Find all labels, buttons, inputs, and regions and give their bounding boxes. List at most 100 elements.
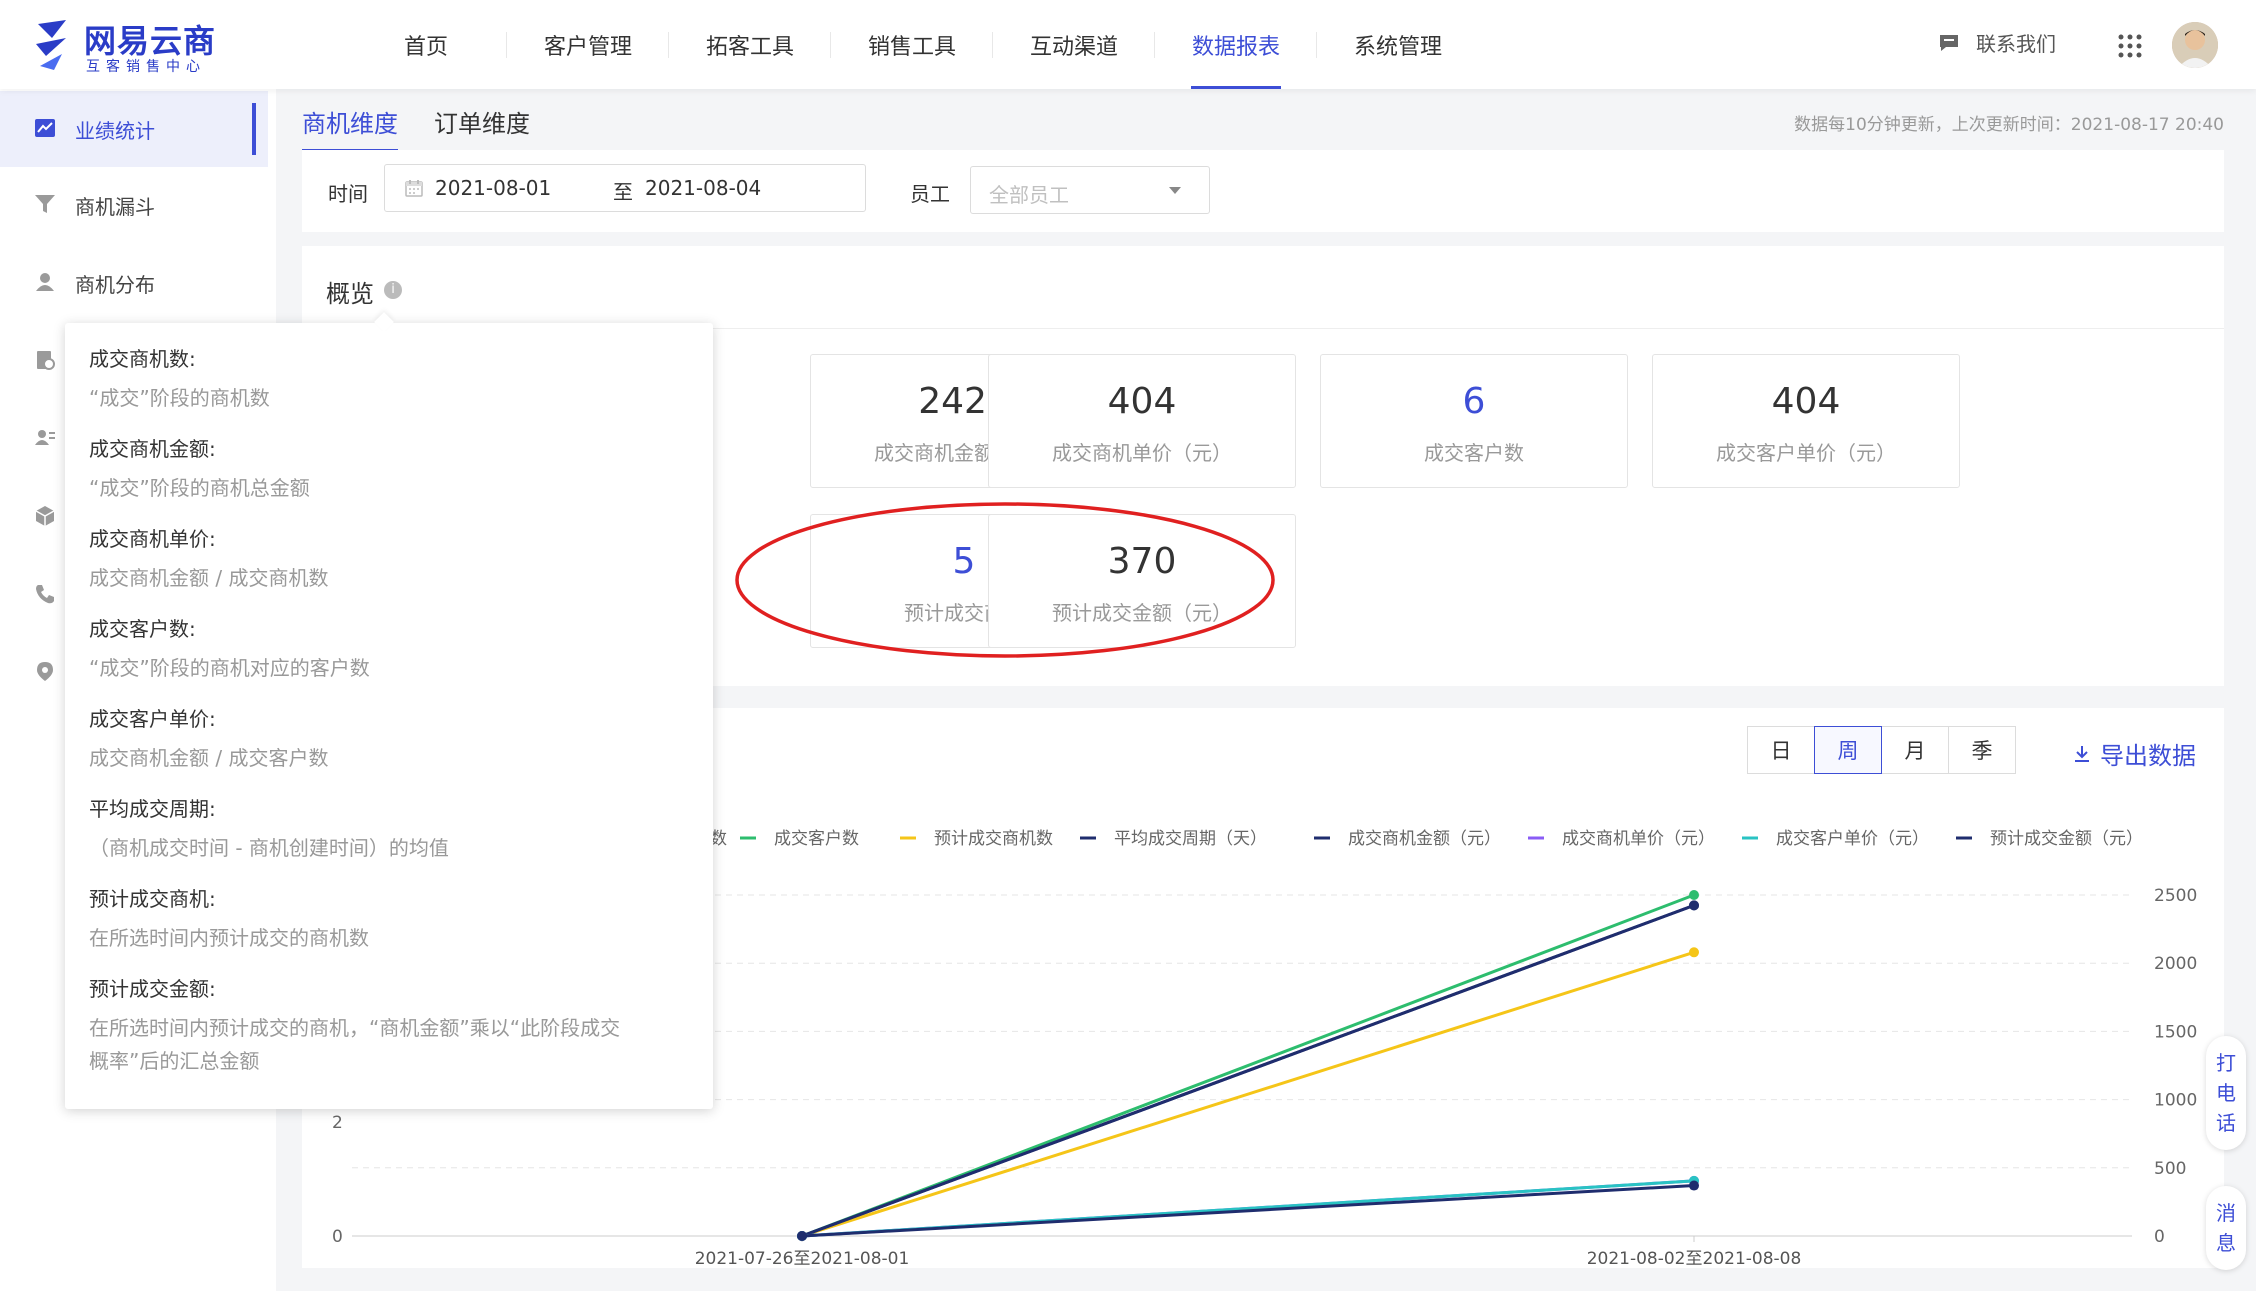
filter-panel: 时间 2021-08-01 至 2021-08-04 员工 全部员工 (302, 150, 2224, 232)
tab-order[interactable]: 订单维度 (434, 104, 530, 152)
definition-desc: 在所选时间内预计成交的商机数 (89, 926, 369, 950)
contact-us-link[interactable]: 联系我们 (1938, 28, 2056, 57)
data-point (1689, 1180, 1699, 1191)
date-range-picker[interactable]: 2021-08-01 至 2021-08-04 (384, 164, 866, 212)
sidebar-item-label: 业绩统计 (75, 119, 155, 143)
data-point (1689, 900, 1699, 911)
legend-label: 预计成交金额（元） (1990, 829, 2143, 849)
nav-channels[interactable]: 互动渠道 (993, 0, 1155, 89)
nav-reports[interactable]: 数据报表 (1155, 0, 1317, 89)
sidebar-item-funnel[interactable]: 商机漏斗 (0, 167, 268, 243)
avatar-image (2172, 22, 2218, 68)
sidebar-item-distribution[interactable]: 商机分布 (0, 245, 268, 321)
definition-term: 成交商机数: (89, 347, 196, 371)
nav-customers[interactable]: 客户管理 (507, 0, 669, 89)
nav-label: 客户管理 (543, 34, 632, 60)
metric-label: 成交商机单价（元） (1052, 441, 1232, 465)
nav-prospecting[interactable]: 拓客工具 (669, 0, 831, 89)
nav-sales-tools[interactable]: 销售工具 (831, 0, 993, 89)
sidebar-item-label: 商机漏斗 (75, 195, 155, 219)
contact-label: 联系我们 (1976, 32, 2056, 56)
call-button[interactable]: 打 电 话 (2206, 1036, 2246, 1150)
legend-label: 成交商机单价（元） (1562, 829, 1715, 849)
definition-desc: “成交”阶段的商机总金额 (89, 476, 310, 500)
definition-desc: 成交商机金额 / 成交商机数 (89, 566, 329, 590)
metric-label: 预计成交金额（元） (1052, 601, 1232, 625)
cube-icon (35, 506, 55, 526)
right-axis-tick-label: 500 (2154, 1159, 2186, 1179)
definition-term: 成交客户单价: (89, 707, 216, 731)
metrics-definition-popover: 成交商机数: “成交”阶段的商机数 成交商机金额: “成交”阶段的商机总金额 成… (65, 323, 713, 1109)
call-char: 话 (2216, 1111, 2236, 1135)
metric-card: 404 成交客户单价（元） (1652, 354, 1960, 488)
overview-title: 概览 (326, 280, 374, 308)
metric-value: 6 (1462, 381, 1486, 422)
data-point (797, 1231, 807, 1241)
definition-term: 成交商机单价: (89, 527, 216, 551)
top-navigation-bar: 网易云商 互客销售中心 首页 客户管理 拓客工具 销售工具 互动渠道 数据报表 … (0, 0, 2256, 89)
nav-label: 系统管理 (1353, 34, 1442, 60)
user-list-icon (35, 430, 55, 445)
sidebar-item-label: 商机分布 (75, 273, 155, 297)
period-week-button[interactable]: 周 (1814, 726, 1882, 774)
right-axis-tick-label: 1500 (2154, 1022, 2197, 1042)
right-axis-tick-label: 1000 (2154, 1091, 2197, 1111)
right-axis-tick-label: 0 (2154, 1227, 2165, 1247)
right-axis-tick-label: 2000 (2154, 954, 2197, 974)
nav-system[interactable]: 系统管理 (1317, 0, 1479, 89)
nav-label: 销售工具 (867, 34, 956, 60)
tab-opportunity[interactable]: 商机维度 (302, 104, 398, 152)
users-icon (36, 273, 54, 291)
metric-card: 370 预计成交金额（元） (988, 514, 1296, 648)
funnel-icon (35, 195, 55, 213)
nav-label: 拓客工具 (705, 34, 794, 60)
legend-label: 成交客户数 (774, 829, 859, 849)
message-char: 息 (2216, 1231, 2236, 1255)
date-end: 2021-08-04 (645, 176, 762, 200)
chat-bubble-icon (1940, 34, 1958, 51)
active-indicator (252, 103, 256, 155)
metric-card: 404 成交商机单价（元） (988, 354, 1296, 488)
call-char: 电 (2216, 1081, 2236, 1105)
definition-term: 预计成交金额: (89, 977, 216, 1001)
legend-label: 成交客户单价（元） (1776, 829, 1929, 849)
definition-desc: 在所选时间内预计成交的商机，“商机金额”乘以“此阶段成交 (89, 1016, 621, 1040)
nav-label: 互动渠道 (1029, 34, 1118, 60)
call-char: 打 (2216, 1051, 2236, 1075)
metric-card: 6 成交客户数 (1320, 354, 1628, 488)
main-nav: 首页 客户管理 拓客工具 销售工具 互动渠道 数据报表 系统管理 (345, 0, 1479, 89)
nav-label: 数据报表 (1191, 34, 1280, 60)
definition-term: 平均成交周期: (89, 797, 216, 821)
legend-label: 成交商机金额（元） (1348, 829, 1501, 849)
definition-term: 成交客户数: (89, 617, 196, 641)
definition-term: 预计成交商机: (89, 887, 216, 911)
left-axis-tick-label: 0 (332, 1227, 343, 1247)
definition-desc: 成交商机金额 / 成交客户数 (89, 746, 329, 770)
app-grid-icon[interactable] (2118, 34, 2142, 58)
brand-subtitle: 互客销售中心 (86, 59, 206, 75)
message-button[interactable]: 消 息 (2206, 1186, 2246, 1270)
info-icon[interactable]: i (384, 281, 402, 299)
data-point (1689, 890, 1699, 900)
location-icon (37, 662, 53, 681)
metric-value: 370 (1107, 541, 1177, 582)
date-separator: 至 (613, 180, 633, 204)
nav-home[interactable]: 首页 (345, 0, 507, 89)
definition-desc: 概率”后的汇总金额 (89, 1049, 260, 1073)
right-axis-tick-label: 2500 (2154, 886, 2197, 906)
x-axis-tick-label: 2021-07-26至2021-08-01 (695, 1249, 910, 1268)
legend-label: 预计成交商机数 (934, 829, 1053, 849)
staff-select[interactable]: 全部员工 (970, 166, 1210, 214)
legend-label: 平均成交周期（天） (1114, 829, 1267, 849)
time-label: 时间 (328, 182, 368, 206)
metric-label: 成交客户数 (1424, 441, 1524, 465)
dimension-tabs: 商机维度 订单维度 (302, 104, 566, 152)
sidebar-item-performance[interactable]: 业绩统计 (0, 91, 268, 167)
message-char: 消 (2216, 1201, 2236, 1225)
user-avatar[interactable] (2172, 22, 2218, 68)
series-line (801, 903, 1695, 1238)
left-axis-tick-label: 2 (332, 1113, 343, 1133)
data-point (1689, 947, 1699, 958)
definition-desc: “成交”阶段的商机对应的客户数 (89, 656, 370, 680)
metric-label: 成交客户单价（元） (1716, 441, 1896, 465)
